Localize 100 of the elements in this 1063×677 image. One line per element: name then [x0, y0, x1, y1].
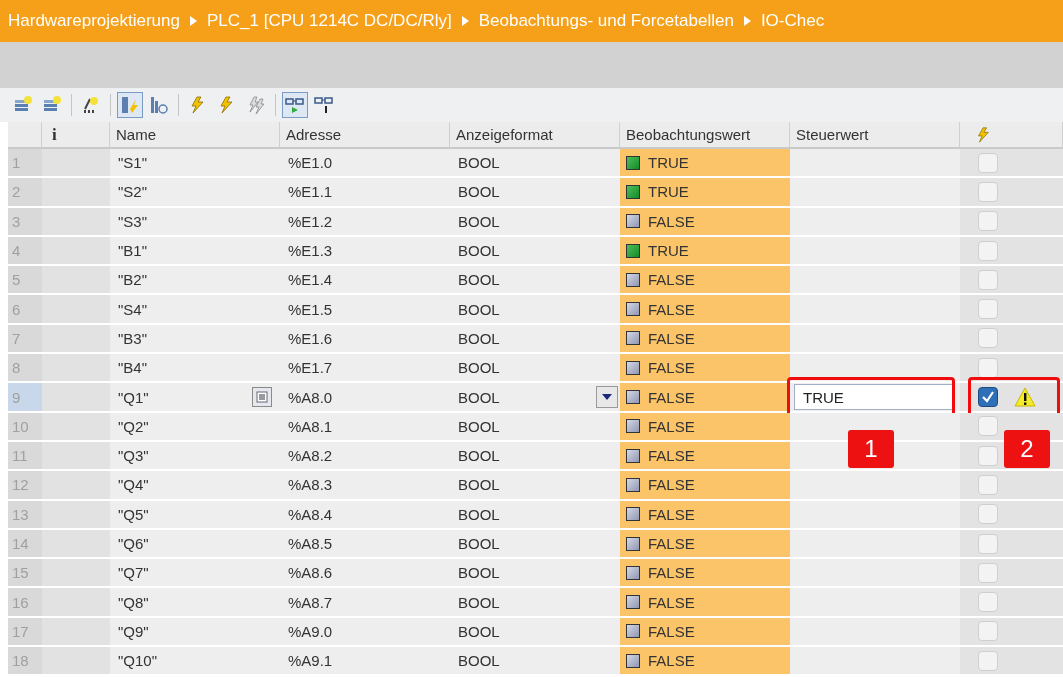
table-cell: "B4": [110, 354, 280, 384]
value-text: TRUE: [648, 154, 689, 172]
info-cell: [42, 588, 110, 618]
info-cell: [42, 500, 110, 530]
table-cell: %E1.5: [280, 295, 450, 325]
table-cell: %E1.2: [280, 207, 450, 237]
row-number[interactable]: 15: [8, 559, 42, 589]
table-cell: %A8.7: [280, 588, 450, 618]
row-number[interactable]: 10: [8, 412, 42, 442]
value-text: FALSE: [648, 300, 695, 318]
lightning-icon: [246, 95, 266, 115]
breadcrumb-item[interactable]: Beobachtungs- und Forcetabellen: [478, 11, 734, 31]
callout-number: 2: [1004, 430, 1050, 469]
row-number[interactable]: 4: [8, 236, 42, 267]
table-cell: %A8.4: [280, 500, 450, 530]
breadcrumb-item[interactable]: Hardwareprojektierung: [8, 11, 180, 31]
row-number[interactable]: 7: [8, 324, 42, 355]
column-header[interactable]: Beobachtungswert: [620, 122, 790, 149]
table-cell: BOOL: [450, 559, 620, 589]
info-cell: [42, 266, 110, 296]
table-cell: %E1.7: [280, 354, 450, 384]
value-text: FALSE: [648, 212, 695, 230]
value-text: TRUE: [648, 242, 689, 260]
insert-range-icon: [81, 95, 101, 115]
table-cell: %E1.0: [280, 149, 450, 179]
value-text: FALSE: [648, 271, 695, 289]
table-cell: "S1": [110, 149, 280, 179]
table-cell: BOOL: [450, 500, 620, 530]
table-cell: "Q8": [110, 588, 280, 618]
column-header[interactable]: Steuerwert: [790, 122, 960, 149]
column-header[interactable]: i: [42, 122, 110, 149]
info-cell: [42, 441, 110, 472]
value-text: FALSE: [648, 505, 695, 523]
table-cell: BOOL: [450, 529, 620, 560]
info-cell: [42, 207, 110, 237]
table-cell: "Q3": [110, 441, 280, 472]
column-header[interactable]: Name: [110, 122, 280, 149]
table-cell: BOOL: [450, 149, 620, 179]
symbol-picker-button[interactable]: [252, 387, 272, 408]
info-cell: [42, 559, 110, 589]
info-cell: [42, 295, 110, 325]
value-text: FALSE: [648, 329, 695, 347]
row-number[interactable]: 3: [8, 207, 42, 237]
table-cell: BOOL: [450, 647, 620, 677]
table-cell: BOOL: [450, 441, 620, 472]
row-number[interactable]: 5: [8, 266, 42, 296]
row-number[interactable]: 9: [8, 383, 42, 413]
row-number[interactable]: 2: [8, 178, 42, 208]
table-cell: %A8.2: [280, 441, 450, 472]
table-cell: "Q10": [110, 647, 280, 677]
table-cell: BOOL: [450, 266, 620, 296]
table-cell: BOOL: [450, 324, 620, 355]
table-cell: %E1.3: [280, 236, 450, 267]
table-cell: BOOL: [450, 295, 620, 325]
table-cell: %E1.4: [280, 266, 450, 296]
info-cell: [42, 383, 110, 413]
row-number[interactable]: 16: [8, 588, 42, 618]
row-number[interactable]: 6: [8, 295, 42, 325]
table-cell: "S4": [110, 295, 280, 325]
table-cell: %E1.6: [280, 324, 450, 355]
info-cell: [42, 647, 110, 677]
table-cell: BOOL: [450, 354, 620, 384]
table-cell: BOOL: [450, 178, 620, 208]
column-header[interactable]: Adresse: [280, 122, 450, 149]
info-cell: [42, 324, 110, 355]
row-number[interactable]: 11: [8, 441, 42, 472]
table-cell: %A9.0: [280, 617, 450, 648]
column-header[interactable]: Anzeigeformat: [450, 122, 620, 149]
table-cell: "B1": [110, 236, 280, 267]
info-cell: [42, 617, 110, 648]
row-number[interactable]: 18: [8, 647, 42, 677]
breadcrumb-item[interactable]: IO-Chec: [760, 11, 825, 31]
breadcrumb-item[interactable]: PLC_1 [CPU 1214C DC/DC/Rly]: [207, 11, 452, 31]
force-checkbox[interactable]: [978, 387, 998, 407]
row-number[interactable]: 13: [8, 500, 42, 530]
table-cell: "Q7": [110, 559, 280, 589]
info-cell: [42, 529, 110, 560]
glasses-icon: [314, 95, 334, 115]
info-cell: [42, 178, 110, 208]
table-cell: BOOL: [450, 236, 620, 267]
format-dropdown[interactable]: BOOL: [450, 383, 620, 413]
name-field[interactable]: "Q1": [110, 383, 280, 413]
info-cell: [42, 412, 110, 442]
row-number[interactable]: 12: [8, 471, 42, 501]
table-cell: "B3": [110, 324, 280, 355]
table-cell: "Q4": [110, 471, 280, 501]
row-number[interactable]: 14: [8, 529, 42, 560]
value-input-field[interactable]: TRUE: [794, 384, 954, 410]
table-cell: "S3": [110, 207, 280, 237]
columns-icon: [120, 95, 140, 115]
table-cell: BOOL: [450, 412, 620, 442]
info-cell: [42, 471, 110, 501]
table-cell: "Q9": [110, 617, 280, 648]
table-cell: %A8.5: [280, 529, 450, 560]
row-number[interactable]: 1: [8, 149, 42, 179]
value-text: FALSE: [648, 564, 695, 582]
dropdown-button[interactable]: [596, 386, 618, 409]
row-number[interactable]: 17: [8, 617, 42, 648]
row-number[interactable]: 8: [8, 354, 42, 384]
breadcrumb-separator-icon: [461, 16, 469, 26]
